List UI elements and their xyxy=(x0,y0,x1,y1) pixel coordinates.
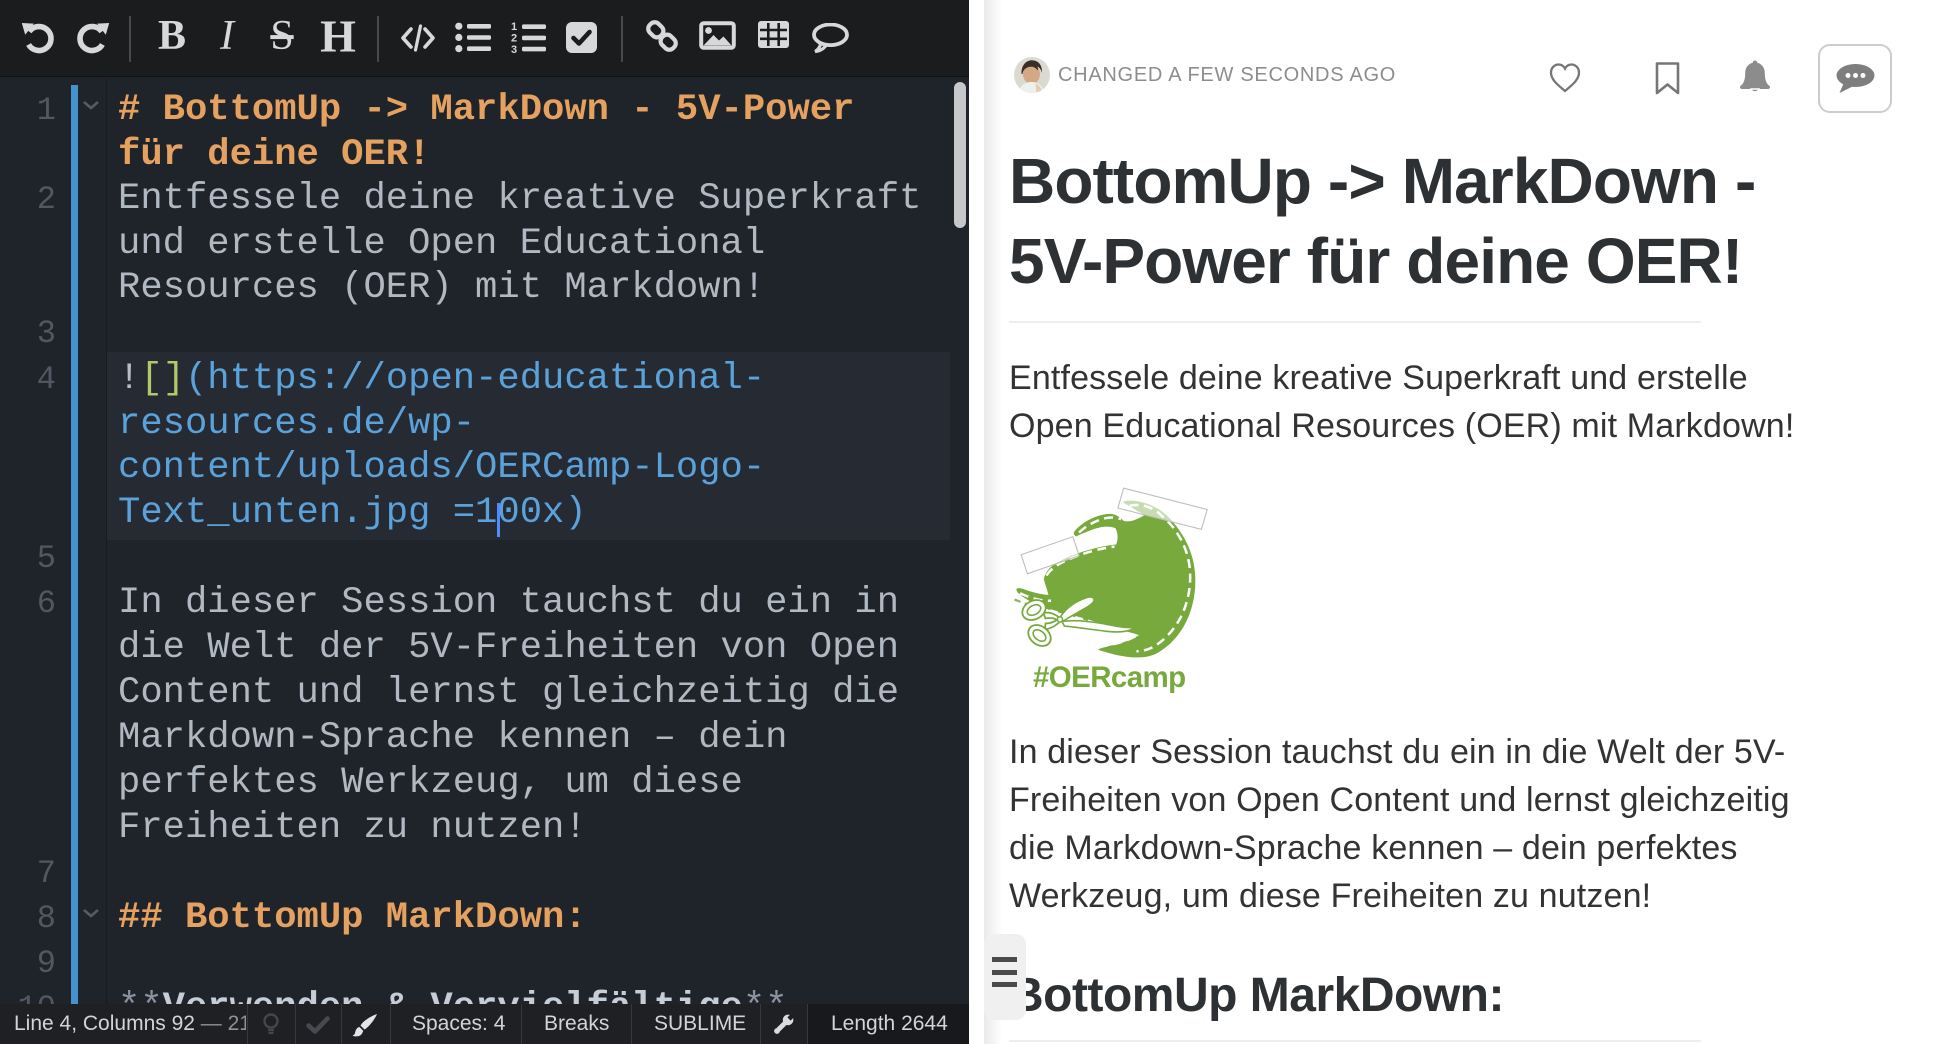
svg-text:2: 2 xyxy=(511,33,517,45)
svg-text:3: 3 xyxy=(511,44,517,54)
svg-text:1: 1 xyxy=(511,21,517,33)
